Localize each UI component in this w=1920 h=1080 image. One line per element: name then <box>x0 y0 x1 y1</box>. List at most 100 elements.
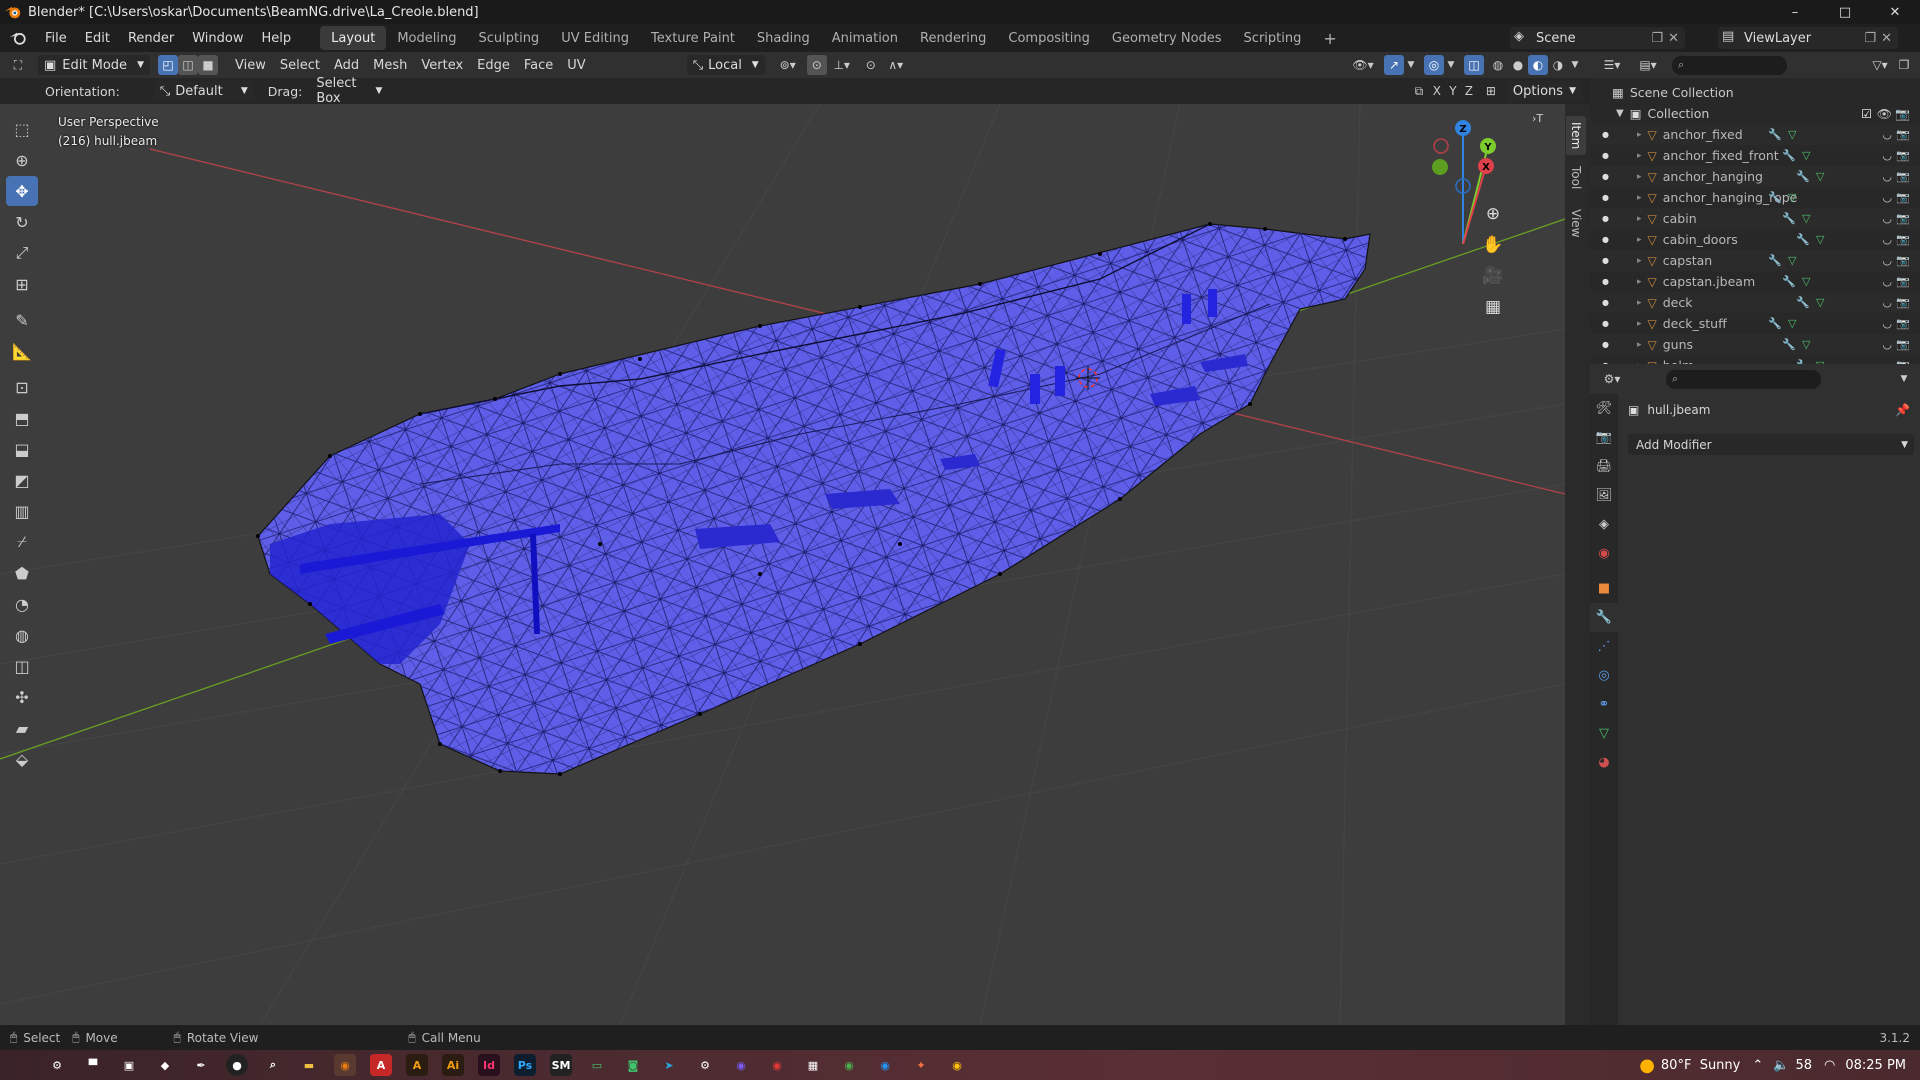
menu-mesh[interactable]: Mesh <box>366 55 414 75</box>
tab-modeling[interactable]: Modeling <box>386 26 467 50</box>
menu-file[interactable]: File <box>36 24 76 52</box>
visibility-dot-icon[interactable]: ● <box>1602 151 1609 160</box>
calculator-icon[interactable]: ▦ <box>802 1054 824 1076</box>
menu-view[interactable]: View <box>228 55 273 75</box>
scene-selector[interactable]: Scene ❐ ✕ <box>1510 27 1685 49</box>
overlays-dropdown-icon[interactable]: ▼ <box>1444 55 1458 75</box>
mirror-z-toggle[interactable]: Z <box>1461 81 1477 101</box>
constraints-properties-tab-icon[interactable]: ⚭ <box>1590 690 1618 719</box>
camera-icon[interactable]: 📷 <box>1896 233 1910 246</box>
outliner-search-input[interactable]: ⌕ <box>1672 55 1787 75</box>
outliner-item[interactable]: ● ▸ ▽ anchor_fixed 🔧 ▽ ◡ 📷 <box>1590 124 1920 145</box>
minimize-button[interactable]: – <box>1770 0 1820 24</box>
vertex-select-icon[interactable]: ◰ <box>158 55 178 75</box>
visibility-dot-icon[interactable]: ● <box>1602 298 1609 307</box>
edge-browser-icon[interactable]: ◉ <box>874 1054 896 1076</box>
camera-icon[interactable]: 📷 <box>1896 275 1910 288</box>
menu-uv[interactable]: UV <box>560 55 592 75</box>
xray-toggle-icon[interactable]: ◫ <box>1464 55 1484 75</box>
office-app-icon[interactable]: ✦ <box>910 1054 932 1076</box>
ai-app-icon[interactable]: A <box>406 1054 428 1076</box>
visibility-dot-icon[interactable]: ● <box>1602 172 1609 181</box>
mirror-y-toggle[interactable]: Y <box>1445 81 1461 101</box>
display-mode-icon[interactable]: ▤▾ <box>1634 55 1662 75</box>
visibility-dot-icon[interactable]: ● <box>1602 214 1609 223</box>
camera-icon[interactable]: 📷 <box>1896 191 1910 204</box>
indesign-icon[interactable]: Id <box>478 1054 500 1076</box>
eye-icon[interactable]: 👁 <box>1877 107 1892 121</box>
hide-eye-icon[interactable]: ◡ <box>1882 296 1892 309</box>
visibility-dot-icon[interactable]: ● <box>1602 235 1609 244</box>
viewport-scene[interactable]: Z Y X <box>0 104 1565 1025</box>
select-box-tool-icon[interactable]: ⬚ <box>6 114 38 144</box>
expand-arrow-icon[interactable]: ▸ <box>1637 277 1642 287</box>
tab-rendering[interactable]: Rendering <box>909 26 997 50</box>
physics-properties-tab-icon[interactable]: ◎ <box>1590 661 1618 690</box>
expand-arrow-icon[interactable]: ▸ <box>1637 340 1642 350</box>
snap-icon[interactable]: ⊙ <box>806 55 827 75</box>
falloff-icon[interactable]: ∧▾ <box>881 55 911 75</box>
properties-options-icon[interactable]: ▼ <box>1894 369 1914 389</box>
loop-cut-tool-icon[interactable]: ▥ <box>6 496 38 526</box>
outliner-item[interactable]: ● ▸ ▽ deck 🔧 ▽ ◡ 📷 <box>1590 292 1920 313</box>
extrude-tool-icon[interactable]: ⬒ <box>6 403 38 433</box>
shading-solid-icon[interactable]: ● <box>1508 55 1528 75</box>
steam-icon[interactable]: ⚙ <box>694 1054 716 1076</box>
hide-eye-icon[interactable]: ◡ <box>1882 338 1892 351</box>
expand-arrow-icon[interactable]: ▸ <box>1637 298 1642 308</box>
add-modifier-dropdown[interactable]: Add Modifier ▼ <box>1628 434 1914 455</box>
volume-icon[interactable]: 🔈 <box>1773 1058 1789 1073</box>
face-select-icon[interactable]: ■ <box>198 55 218 75</box>
outliner-scene-collection[interactable]: ▦ Scene Collection <box>1590 82 1920 103</box>
hide-eye-icon[interactable]: ◡ <box>1882 317 1892 330</box>
tool-properties-tab-icon[interactable]: 🛠 <box>1590 394 1618 423</box>
expand-arrow-icon[interactable]: ▸ <box>1637 193 1642 203</box>
wifi-icon[interactable]: ◠ <box>1824 1058 1835 1073</box>
visibility-dot-icon[interactable]: ● <box>1602 193 1609 202</box>
weather-label[interactable]: 80°F Sunny <box>1661 1058 1740 1073</box>
new-collection-icon[interactable]: ❐ <box>1894 55 1914 75</box>
auto-merge-icon[interactable]: ⊞ <box>1481 81 1501 101</box>
measure-tool-icon[interactable]: 📐 <box>6 336 38 366</box>
outliner-item[interactable]: ●▸▽helm🔧▽◡📷 <box>1590 355 1920 364</box>
close-button[interactable]: ✕ <box>1870 0 1920 24</box>
scale-tool-icon[interactable]: ⤢ <box>6 238 38 268</box>
cursor-tool-icon[interactable]: ⊕ <box>6 145 38 175</box>
vpn-app-icon[interactable]: ◉ <box>730 1054 752 1076</box>
outliner-item[interactable]: ● ▸ ▽ guns 🔧 ▽ ◡ 📷 <box>1590 334 1920 355</box>
scene-copy-icon[interactable]: ❐ <box>1651 31 1663 46</box>
hide-eye-icon[interactable]: ◡ <box>1882 233 1892 246</box>
hide-eye-icon[interactable]: ◡ <box>1882 191 1892 204</box>
brush-app-icon[interactable]: ✒ <box>190 1054 212 1076</box>
view-layer-close-icon[interactable]: ✕ <box>1881 31 1892 46</box>
tab-sculpting[interactable]: Sculpting <box>467 26 550 50</box>
move-tool-icon[interactable]: ✥ <box>6 176 38 206</box>
shear-tool-icon[interactable]: ▰ <box>6 713 38 743</box>
particles-properties-tab-icon[interactable]: ⋰ <box>1590 632 1618 661</box>
ship-hull-mesh[interactable] <box>256 222 1371 776</box>
visibility-dot-icon[interactable]: ● <box>1602 277 1609 286</box>
snap-target-icon[interactable]: ⊥▾ <box>827 55 857 75</box>
hide-eye-icon[interactable]: ◡ <box>1882 170 1892 183</box>
material-properties-tab-icon[interactable]: ◕ <box>1590 748 1618 777</box>
sidebar-tab-view[interactable]: View <box>1566 203 1586 244</box>
poly-build-tool-icon[interactable]: ⬟ <box>6 558 38 588</box>
transform-orientation-dropdown[interactable]: ⤡ Local ▼ <box>686 55 765 75</box>
visibility-dot-icon[interactable]: ● <box>1602 340 1609 349</box>
gizmo-dropdown-icon[interactable]: ▼ <box>1404 55 1418 75</box>
add-cube-tool-icon[interactable]: ⊡ <box>6 372 38 402</box>
chrome-secondary-icon[interactable]: ◉ <box>946 1054 968 1076</box>
paint-bucket-icon[interactable]: ◆ <box>154 1054 176 1076</box>
menu-help[interactable]: Help <box>253 24 301 52</box>
maximize-button[interactable]: □ <box>1820 0 1870 24</box>
camera-view-icon[interactable]: 🎥 <box>1478 261 1508 291</box>
hide-eye-icon[interactable]: ◡ <box>1882 275 1892 288</box>
mode-dropdown[interactable]: ▣ Edit Mode ▼ <box>38 55 150 75</box>
3d-viewport[interactable]: Z Y X User Perspective (216) hull.jbeam … <box>0 104 1565 1025</box>
sm-app-icon[interactable]: SM <box>550 1054 572 1076</box>
inset-tool-icon[interactable]: ⬓ <box>6 434 38 464</box>
settings-gear-icon[interactable]: ⚙ <box>46 1054 68 1076</box>
editor-type-icon[interactable]: ⛶ <box>8 55 28 75</box>
tab-layout[interactable]: Layout <box>320 26 387 50</box>
camera-icon[interactable]: 📷 <box>1896 254 1910 267</box>
